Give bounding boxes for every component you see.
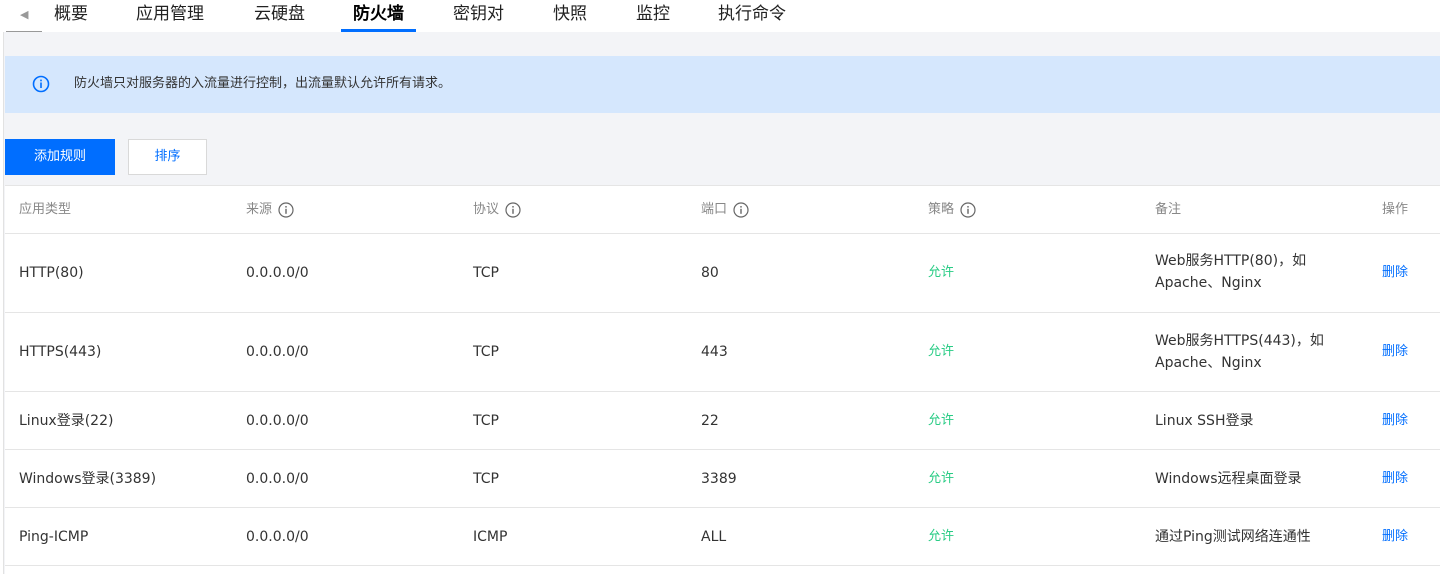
tab-snapshots[interactable]: 快照 [553,0,587,32]
delete-rule-link[interactable]: 删除 [1382,410,1408,432]
active-tab-indicator [341,29,416,32]
cell-port: 22 [701,413,719,429]
cell-source: 0.0.0.0/0 [246,265,309,281]
cell-policy: 允许 [928,344,955,359]
cell-source: 0.0.0.0/0 [246,413,309,429]
header-source: 来源 [246,200,294,220]
delete-rule-link[interactable]: 删除 [1382,341,1408,363]
table-row: Linux登录(22) 0.0.0.0/0 TCP 22 允许 Linux SS… [5,392,1440,450]
table-row: HTTP(80) 0.0.0.0/0 TCP 80 允许 Web服务HTTP(8… [5,234,1440,313]
tab-scroll-left-icon[interactable]: ◀ [6,3,42,32]
source-help-icon[interactable] [278,202,294,218]
cell-port: 80 [701,265,719,281]
table-row: Windows登录(3389) 0.0.0.0/0 TCP 3389 允许 Wi… [5,450,1440,508]
policy-help-icon[interactable] [960,202,976,218]
cell-remark: 通过Ping测试网络连通性 [1155,529,1311,545]
tab-key-pairs[interactable]: 密钥对 [453,0,504,32]
cell-app-type: HTTPS(443) [19,344,102,360]
header-action: 操作 [1382,202,1409,217]
cell-remark: Web服务HTTP(80)，如Apache、Nginx [1155,253,1307,291]
cell-protocol: TCP [473,265,499,281]
cell-policy: 允许 [928,471,955,486]
cell-policy: 允许 [928,413,955,428]
cell-remark: Windows远程桌面登录 [1155,471,1302,487]
cell-protocol: TCP [473,344,499,360]
cell-app-type: Windows登录(3389) [19,471,157,487]
cell-source: 0.0.0.0/0 [246,344,309,360]
tab-monitoring[interactable]: 监控 [636,0,670,32]
left-divider [0,32,4,574]
cell-protocol: ICMP [473,529,508,545]
table-row: HTTPS(443) 0.0.0.0/0 TCP 443 允许 Web服务HTT… [5,313,1440,392]
cell-port: 3389 [701,471,737,487]
sort-button[interactable]: 排序 [128,139,207,175]
cell-policy: 允许 [928,265,955,280]
tab-overview[interactable]: 概要 [54,0,88,32]
cell-source: 0.0.0.0/0 [246,471,309,487]
header-remark: 备注 [1155,202,1182,217]
cell-source: 0.0.0.0/0 [246,529,309,545]
notice-text: 防火墙只对服务器的入流量进行控制，出流量默认允许所有请求。 [74,76,452,91]
info-circle-icon [32,75,50,93]
cell-port: 443 [701,344,728,360]
tab-firewall[interactable]: 防火墙 [353,0,404,32]
header-port: 端口 [701,200,749,220]
tab-bar: ◀ 概要 应用管理 云硬盘 防火墙 密钥对 快照 监控 执行命令 [0,0,1440,32]
header-policy: 策略 [928,200,976,220]
port-help-icon[interactable] [733,202,749,218]
cell-policy: 允许 [928,529,955,544]
delete-rule-link[interactable]: 删除 [1382,526,1408,548]
cell-protocol: TCP [473,471,499,487]
cell-app-type: Ping-ICMP [19,529,89,545]
header-app-type: 应用类型 [19,202,72,217]
add-rule-button[interactable]: 添加规则 [5,139,115,175]
delete-rule-link[interactable]: 删除 [1382,468,1408,490]
tab-run-command[interactable]: 执行命令 [718,0,786,32]
protocol-help-icon[interactable] [505,202,521,218]
cell-port: ALL [701,529,727,545]
table-row: Ping-ICMP 0.0.0.0/0 ICMP ALL 允许 通过Ping测试… [5,508,1440,566]
tab-app-management[interactable]: 应用管理 [136,0,204,32]
cell-remark: Linux SSH登录 [1155,413,1254,429]
info-notice: 防火墙只对服务器的入流量进行控制，出流量默认允许所有请求。 [5,56,1440,113]
cell-protocol: TCP [473,413,499,429]
firewall-rules-table: 应用类型 来源 协议 端口 策略 备注 操作 HTTP(80) 0.0.0.0/… [5,185,1440,574]
header-protocol: 协议 [473,200,521,220]
delete-rule-link[interactable]: 删除 [1382,262,1408,284]
cell-app-type: Linux登录(22) [19,413,114,429]
cell-app-type: HTTP(80) [19,265,84,281]
table-header: 应用类型 来源 协议 端口 策略 备注 操作 [5,186,1440,234]
tab-cloud-disk[interactable]: 云硬盘 [254,0,305,32]
cell-remark: Web服务HTTPS(443)，如Apache、Nginx [1155,333,1324,371]
